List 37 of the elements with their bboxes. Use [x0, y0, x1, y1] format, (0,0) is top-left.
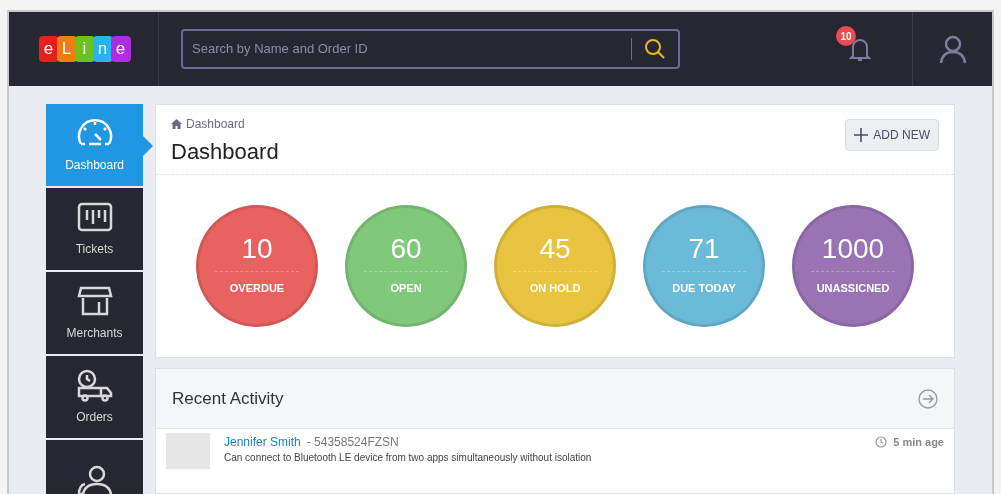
- sidebar-item[interactable]: Orders: [46, 356, 143, 438]
- activity-text: Can connect to Bluetooth LE device from two apps simultaneously without isolation: [224, 452, 593, 464]
- search-icon[interactable]: [644, 38, 666, 60]
- breadcrumb-link[interactable]: Dashboard: [186, 115, 245, 133]
- avatar-placeholder: [166, 433, 210, 469]
- stat-value: 1000: [821, 235, 885, 264]
- stat-label: UNASSICNED: [816, 281, 890, 297]
- logo[interactable]: e L i n e: [9, 12, 159, 86]
- stat-value: 10: [241, 235, 273, 264]
- home-icon: [171, 119, 182, 129]
- page-title: Dashboard: [171, 138, 279, 166]
- logo-bag: L: [56, 36, 77, 62]
- clock-icon: [875, 436, 888, 448]
- search-input[interactable]: Search by Name and Order ID: [183, 39, 631, 59]
- stat-value: 45: [539, 235, 571, 264]
- notification-count: 10: [836, 26, 856, 46]
- stat-label: OVERDUE: [229, 281, 285, 297]
- stat-label: DUE TODAY: [672, 281, 736, 297]
- sidebar-item[interactable]: Tickets: [46, 188, 143, 270]
- sidebar-item[interactable]: Merchants: [46, 272, 143, 354]
- user-avatar-icon[interactable]: [937, 34, 968, 64]
- stat-label: ON HOLD: [529, 281, 581, 297]
- stat-value: 60: [390, 235, 422, 264]
- user-name-link[interactable]: Jennifer Smith: [224, 433, 301, 451]
- add-new-button[interactable]: ADD NEW: [845, 119, 939, 151]
- logo-bag: e: [38, 36, 59, 62]
- logo-bag: i: [74, 36, 95, 62]
- section-title: Recent Activity: [172, 387, 284, 410]
- order-id: - 54358524FZSN: [306, 434, 399, 451]
- logo-bag: e: [110, 36, 131, 62]
- search-field[interactable]: Search by Name and Order ID: [181, 29, 680, 69]
- activity-time: 5 min age: [893, 434, 944, 450]
- logo-bag: n: [92, 36, 113, 62]
- stat-value: 71: [688, 235, 720, 264]
- arrow-circle-icon[interactable]: [918, 388, 938, 409]
- plus-icon: [854, 128, 869, 142]
- stat-label: OPEN: [390, 281, 422, 297]
